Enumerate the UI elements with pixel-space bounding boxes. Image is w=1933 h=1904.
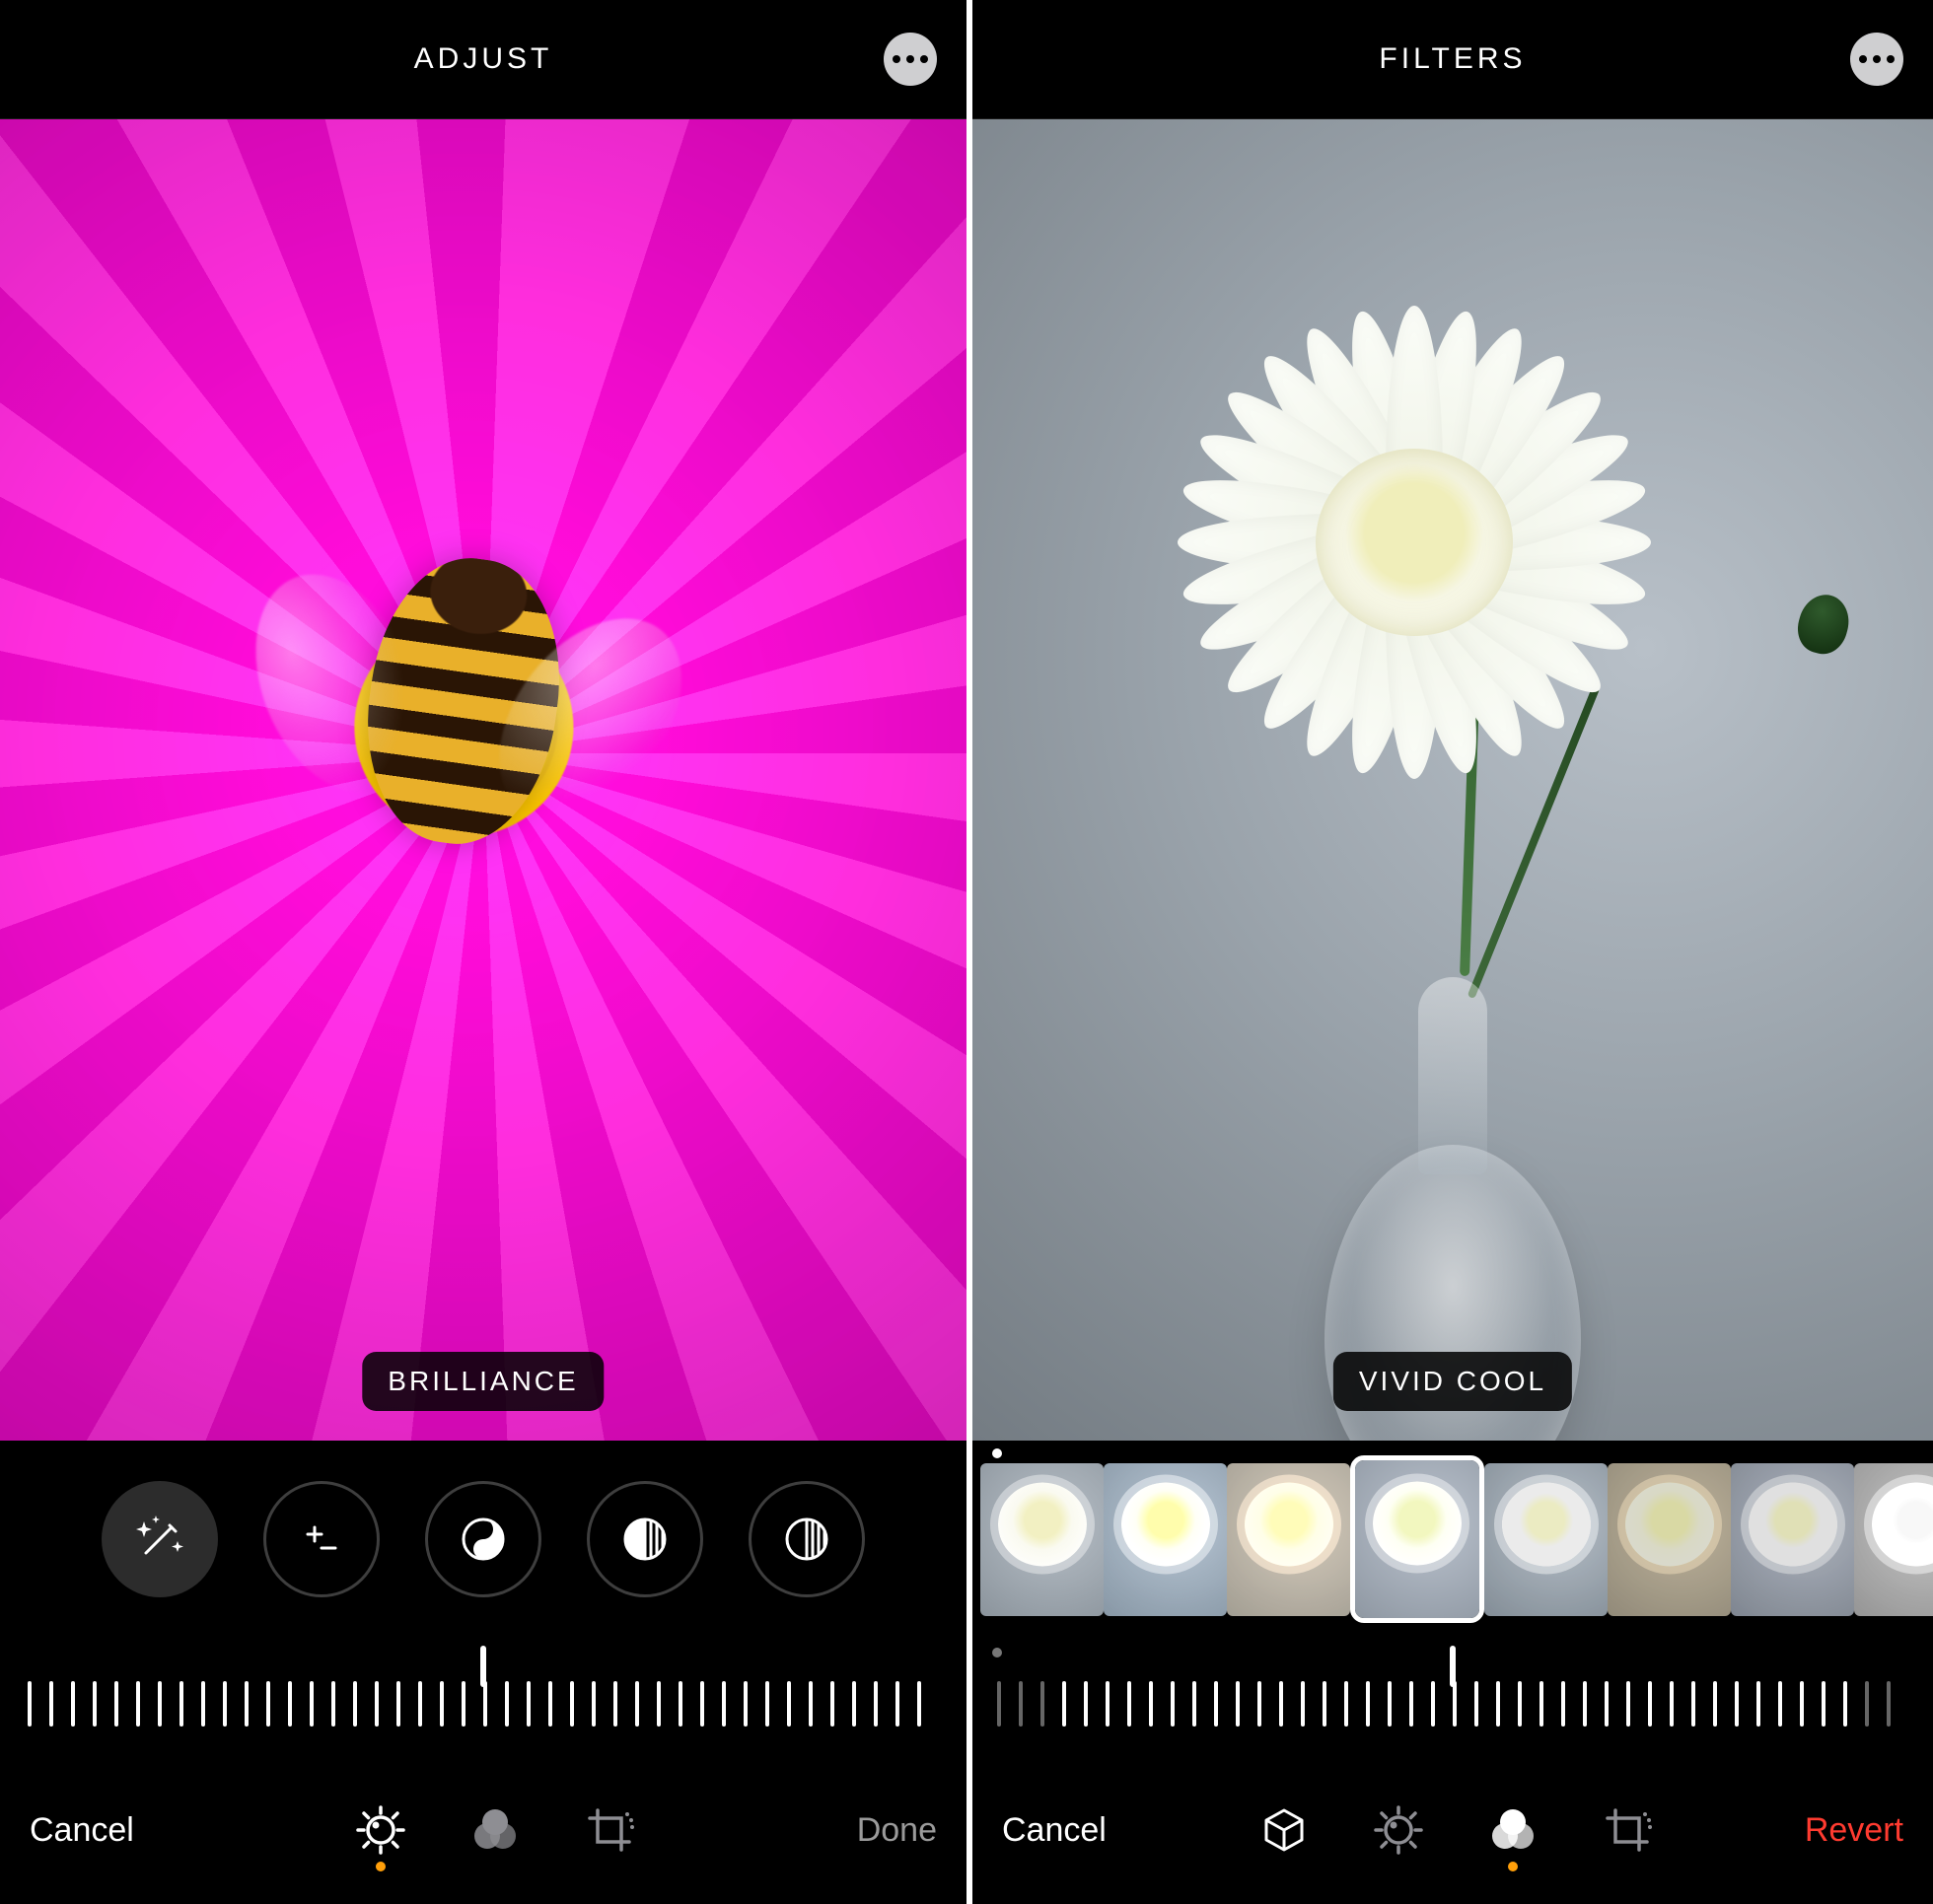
filter-preview — [1608, 1463, 1731, 1616]
slider-min-dot-icon — [992, 1648, 1002, 1657]
bottom-bar: Cancel Done — [0, 1756, 966, 1904]
filter-label-badge: VIVID COOL — [1333, 1352, 1572, 1411]
ellipsis-icon — [1887, 55, 1895, 63]
adjust-label-badge: BRILLIANCE — [362, 1352, 604, 1411]
photo-dahlia-core — [1316, 449, 1513, 636]
tool-crop-button[interactable] — [582, 1802, 637, 1858]
adjust-slider[interactable] — [0, 1638, 966, 1756]
filter-preview — [1227, 1463, 1350, 1616]
filters-icon — [1487, 1804, 1539, 1856]
filter-thumb-vivid-cool[interactable] — [1350, 1455, 1484, 1623]
plusminus-icon — [299, 1516, 344, 1562]
tool-video-button[interactable] — [1256, 1802, 1312, 1858]
active-dot-icon — [1508, 1862, 1518, 1871]
more-button[interactable] — [1850, 33, 1903, 86]
filter-thumb-dramatic[interactable] — [1484, 1463, 1608, 1616]
photo-dahlia — [1148, 286, 1681, 799]
filter-thumb-mono[interactable] — [1854, 1463, 1933, 1616]
adjust-exposure-button[interactable] — [263, 1481, 380, 1597]
photo-canvas[interactable]: BRILLIANCE — [0, 119, 966, 1441]
header: FILTERS — [972, 0, 1933, 119]
filter-thumb-dramatic-warm[interactable] — [1608, 1463, 1731, 1616]
phone-adjust: ADJUST BRILLIANCE Cancel — [0, 0, 966, 1904]
filters-icon — [469, 1804, 521, 1856]
filter-thumb-vivid[interactable] — [1104, 1463, 1227, 1616]
original-dot-icon — [992, 1448, 1002, 1458]
crop-icon — [1602, 1804, 1653, 1856]
highlights-icon — [620, 1515, 670, 1564]
tool-adjust-button[interactable] — [353, 1802, 408, 1858]
adjust-icon — [355, 1804, 406, 1856]
ellipsis-icon — [1859, 55, 1867, 63]
header-title: ADJUST — [414, 42, 553, 76]
header: ADJUST — [0, 0, 966, 119]
adjust-shadows-button[interactable] — [749, 1481, 865, 1597]
slider-marker-icon — [1450, 1646, 1456, 1687]
filter-intensity-slider[interactable] — [972, 1638, 1933, 1756]
tool-filters-button[interactable] — [1485, 1802, 1540, 1858]
ellipsis-icon — [906, 55, 914, 63]
filter-preview — [1104, 1463, 1227, 1616]
filter-preview — [980, 1463, 1104, 1616]
adjust-brilliance-button[interactable] — [425, 1481, 541, 1597]
adjust-auto-button[interactable] — [102, 1481, 218, 1597]
done-button[interactable]: Done — [857, 1811, 937, 1850]
slider-marker-icon — [480, 1646, 486, 1687]
filter-preview — [1355, 1460, 1479, 1618]
adjust-highlights-button[interactable] — [587, 1481, 703, 1597]
bottom-bar: Cancel Revert — [972, 1756, 1933, 1904]
wand-icon — [132, 1512, 187, 1567]
shadows-icon — [782, 1515, 831, 1564]
more-button[interactable] — [884, 33, 937, 86]
cancel-button[interactable]: Cancel — [1002, 1811, 1107, 1850]
tool-crop-button[interactable] — [1600, 1802, 1655, 1858]
phone-filters: FILTERS VIVID COOL Cancel — [966, 0, 1933, 1904]
cube-icon — [1260, 1806, 1308, 1854]
filter-thumb-vivid-warm[interactable] — [1227, 1463, 1350, 1616]
tool-switcher — [353, 1802, 637, 1858]
tool-switcher — [1256, 1802, 1655, 1858]
active-dot-icon — [376, 1862, 386, 1871]
adjust-icon — [1373, 1804, 1424, 1856]
ellipsis-icon — [920, 55, 928, 63]
cancel-button[interactable]: Cancel — [30, 1811, 134, 1850]
revert-button[interactable]: Revert — [1805, 1811, 1903, 1850]
tool-adjust-button[interactable] — [1371, 1802, 1426, 1858]
filter-thumb-original[interactable] — [980, 1463, 1104, 1616]
header-title: FILTERS — [1379, 42, 1526, 76]
filter-preview — [1854, 1463, 1933, 1616]
ellipsis-icon — [893, 55, 900, 63]
tool-filters-button[interactable] — [467, 1802, 523, 1858]
yinyang-icon — [459, 1515, 508, 1564]
filter-thumb-dramatic-cool[interactable] — [1731, 1463, 1854, 1616]
crop-icon — [584, 1804, 635, 1856]
photo-canvas[interactable]: VIVID COOL — [972, 119, 1933, 1441]
filter-preview — [1484, 1463, 1608, 1616]
ellipsis-icon — [1873, 55, 1881, 63]
filter-preview — [1731, 1463, 1854, 1616]
filter-thumbnails[interactable] — [972, 1441, 1933, 1638]
adjust-controls — [0, 1441, 966, 1638]
